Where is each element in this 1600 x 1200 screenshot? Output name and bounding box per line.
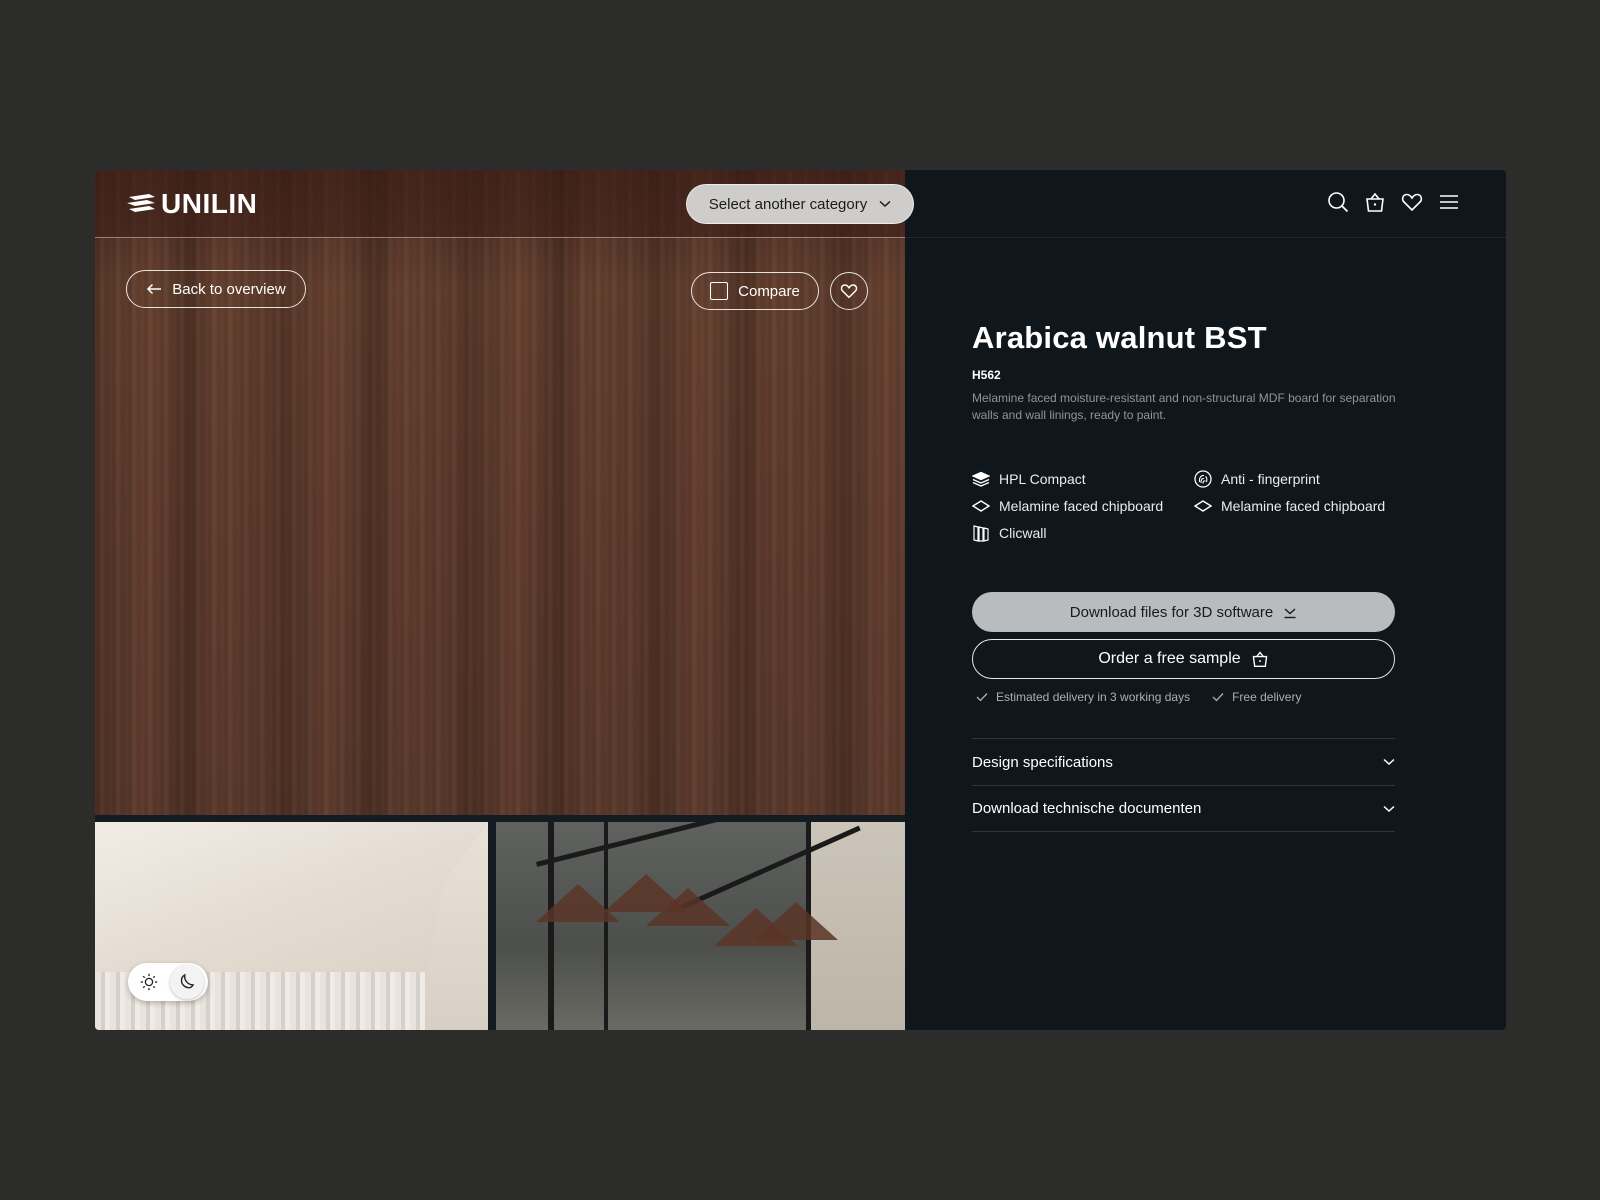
board-icon xyxy=(1194,497,1212,515)
feature-item: Anti - fingerprint xyxy=(1194,470,1397,488)
accordion-label: Download technische documenten xyxy=(972,800,1202,817)
feature-label: HPL Compact xyxy=(999,471,1086,487)
moon-icon[interactable] xyxy=(170,965,204,999)
hanger xyxy=(754,902,838,940)
photo-wall xyxy=(418,822,488,1030)
feature-list: HPL Compact Anti - fingerprint Melamine … xyxy=(972,470,1397,542)
photo-frame xyxy=(548,822,554,1030)
feature-item: Melamine faced chipboard xyxy=(1194,497,1397,515)
heart-icon xyxy=(840,284,858,299)
photo-frame xyxy=(604,822,608,1030)
delivery-note: Free delivery xyxy=(1212,690,1301,704)
chevron-down-icon xyxy=(1383,758,1395,766)
fingerprint-icon xyxy=(1194,470,1212,488)
layers-icon xyxy=(972,470,990,488)
basket-icon xyxy=(1252,651,1267,668)
accordion-technical-documents[interactable]: Download technische documenten xyxy=(972,785,1395,832)
interior-photo-wardrobe[interactable] xyxy=(496,822,905,1030)
wood-texture-image xyxy=(95,170,905,815)
accordion-design-specifications[interactable]: Design specifications xyxy=(972,738,1395,785)
product-code: H562 xyxy=(972,368,1001,382)
feature-item: Melamine faced chipboard xyxy=(972,497,1194,515)
board-icon xyxy=(972,497,990,515)
check-icon xyxy=(1212,693,1224,702)
order-free-sample-label: Order a free sample xyxy=(1098,650,1241,667)
download-3d-files-label: Download files for 3D software xyxy=(1069,603,1274,621)
download-3d-files-button[interactable]: Download files for 3D software xyxy=(972,592,1395,632)
arrow-left-icon xyxy=(147,283,162,295)
chevron-down-icon xyxy=(1383,805,1395,812)
order-free-sample-button[interactable]: Order a free sample xyxy=(972,639,1395,679)
theme-toggle[interactable] xyxy=(128,963,208,1001)
feature-item: Clicwall xyxy=(972,524,1194,542)
chevron-down-icon xyxy=(879,200,891,208)
compare-checkbox[interactable] xyxy=(710,282,729,300)
logo-text: UNILIN xyxy=(161,188,258,219)
feature-label: Clicwall xyxy=(999,525,1047,541)
check-icon xyxy=(976,693,988,702)
back-to-overview-button[interactable]: Back to overview xyxy=(126,270,306,308)
delivery-note: Estimated delivery in 3 working days xyxy=(976,690,1190,704)
product-title: Arabica walnut BST xyxy=(972,320,1267,355)
delivery-note-text: Estimated delivery in 3 working days xyxy=(996,690,1191,704)
category-select[interactable]: Select another category xyxy=(686,184,914,224)
feature-label: Melamine faced chipboard xyxy=(1221,498,1386,514)
sun-icon[interactable] xyxy=(134,967,164,997)
download-icon xyxy=(1284,608,1296,619)
unilin-logo[interactable]: UNILIN xyxy=(127,188,258,219)
category-select-label: Select another category xyxy=(708,195,868,213)
accordion-label: Design specifications xyxy=(972,753,1113,771)
compare-label: Compare xyxy=(738,282,800,300)
delivery-note-text: Free delivery xyxy=(1232,690,1302,704)
compare-button[interactable]: Compare xyxy=(691,272,819,310)
product-description: Melamine faced moisture-resistant and no… xyxy=(972,391,1396,422)
delivery-notes: Estimated delivery in 3 working days Fre… xyxy=(976,690,1301,704)
wall-panels-icon xyxy=(972,524,990,542)
feature-label: Anti - fingerprint xyxy=(1221,471,1320,487)
product-detail-panel: Arabica walnut BST H562 Melamine faced m… xyxy=(972,170,1506,1030)
product-accordion: Design specifications Download technisch… xyxy=(972,738,1395,832)
unilin-logo-mark-icon xyxy=(127,194,155,212)
favorite-button[interactable] xyxy=(830,272,868,310)
back-to-overview-label: Back to overview xyxy=(172,280,286,298)
feature-item: HPL Compact xyxy=(972,470,1194,488)
app-window: UNILIN Select another category Back to o… xyxy=(95,170,1506,1030)
feature-label: Melamine faced chipboard xyxy=(999,498,1164,514)
